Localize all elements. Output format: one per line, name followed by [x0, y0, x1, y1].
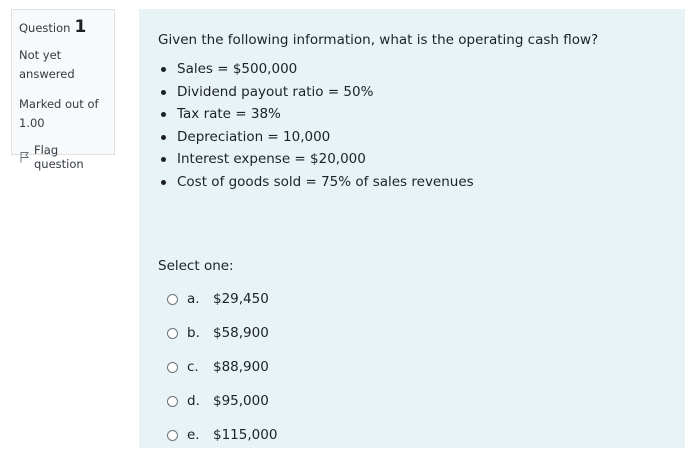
state-line-1: Not yet: [19, 48, 62, 62]
given-item: Cost of goods sold = 75% of sales revenu…: [158, 171, 685, 194]
answer-option-a[interactable]: a. $29,450: [158, 282, 685, 316]
answer-option-b[interactable]: b. $58,900: [158, 316, 685, 350]
state-line-2: answered: [19, 67, 75, 81]
question-content: Given the following information, what is…: [139, 9, 685, 448]
radio-button[interactable]: [167, 293, 178, 305]
flag-question-button[interactable]: Flag question: [19, 143, 107, 171]
given-info-list: Sales = $500,000 Dividend payout ratio =…: [158, 58, 685, 193]
answer-letter: d.: [187, 393, 200, 409]
question-state: Not yet answered: [19, 46, 107, 84]
question-label: Question: [19, 21, 71, 35]
question-text: Given the following information, what is…: [158, 32, 599, 48]
radio-button[interactable]: [167, 361, 178, 373]
answer-option-e[interactable]: e. $115,000: [158, 418, 685, 452]
flag-icon: [19, 151, 30, 163]
answer-value: $88,900: [213, 359, 269, 375]
answer-value: $58,900: [213, 325, 269, 341]
question-grade: Marked out of 1.00: [19, 95, 107, 133]
answer-letter: e.: [187, 427, 200, 443]
select-one-prompt: Select one:: [158, 258, 234, 274]
given-item: Dividend payout ratio = 50%: [158, 81, 685, 104]
radio-button[interactable]: [167, 429, 178, 441]
answer-value: $29,450: [213, 291, 269, 307]
answer-options: a. $29,450 b. $58,900 c. $88,900 d. $95,…: [158, 282, 685, 452]
answer-option-d[interactable]: d. $95,000: [158, 384, 685, 418]
answer-letter: b.: [187, 325, 200, 341]
answer-value: $95,000: [213, 393, 269, 409]
given-item: Interest expense = $20,000: [158, 148, 685, 171]
grade-line-1: Marked out of: [19, 97, 99, 111]
radio-button[interactable]: [167, 395, 178, 407]
answer-option-c[interactable]: c. $88,900: [158, 350, 685, 384]
grade-line-2: 1.00: [19, 116, 45, 130]
given-item: Depreciation = 10,000: [158, 126, 685, 149]
answer-letter: c.: [187, 359, 199, 375]
question-info-panel: Question 1 Not yet answered Marked out o…: [11, 9, 115, 171]
question-number: 1: [74, 17, 87, 37]
answer-letter: a.: [187, 291, 200, 307]
given-item: Tax rate = 38%: [158, 103, 685, 126]
radio-button[interactable]: [167, 327, 178, 339]
question-number-line: Question 1: [19, 17, 107, 37]
answer-value: $115,000: [213, 427, 278, 443]
flag-question-label: Flag question: [34, 143, 84, 171]
given-item: Sales = $500,000: [158, 58, 685, 81]
